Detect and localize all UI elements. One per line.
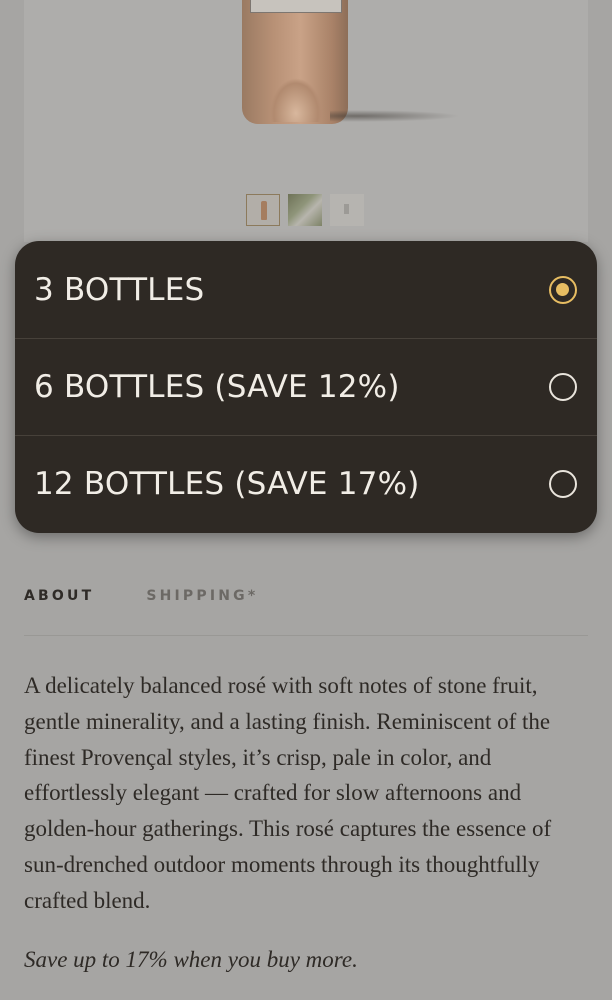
quantity-option-3-bottles[interactable]: 3 BOTTLES	[15, 241, 597, 338]
gallery-thumbnails	[246, 194, 364, 226]
quantity-option-6-bottles[interactable]: 6 BOTTLES (SAVE 12%)	[15, 338, 597, 435]
radio-selected-icon[interactable]	[549, 275, 577, 304]
quantity-option-label: 3 BOTTLES	[34, 271, 205, 308]
bottle-label-image	[250, 0, 342, 13]
tab-about[interactable]: ABOUT	[24, 588, 94, 635]
product-description: A delicately balanced rosé with soft not…	[24, 673, 552, 913]
thumbnail-lifestyle[interactable]	[288, 194, 322, 226]
quantity-option-label: 12 BOTTLES (SAVE 17%)	[34, 466, 420, 502]
bottle-shadow	[330, 110, 460, 122]
quantity-selector: 3 BOTTLES 6 BOTTLES (SAVE 12%) 12 BOTTLE…	[15, 241, 597, 533]
radio-unselected-icon[interactable]	[549, 373, 577, 401]
radio-unselected-icon[interactable]	[549, 470, 577, 498]
thumbnail-label[interactable]	[330, 194, 364, 226]
quantity-option-12-bottles[interactable]: 12 BOTTLES (SAVE 17%)	[15, 435, 597, 532]
bulk-savings-note: Save up to 17% when you buy more.	[24, 947, 358, 972]
product-info-tabs: ABOUT SHIPPING*	[24, 588, 588, 636]
quantity-option-label: 6 BOTTLES (SAVE 12%)	[34, 369, 400, 405]
tab-shipping[interactable]: SHIPPING*	[146, 588, 258, 635]
bottle-base-highlight	[270, 78, 322, 122]
thumbnail-bottle[interactable]	[246, 194, 280, 226]
